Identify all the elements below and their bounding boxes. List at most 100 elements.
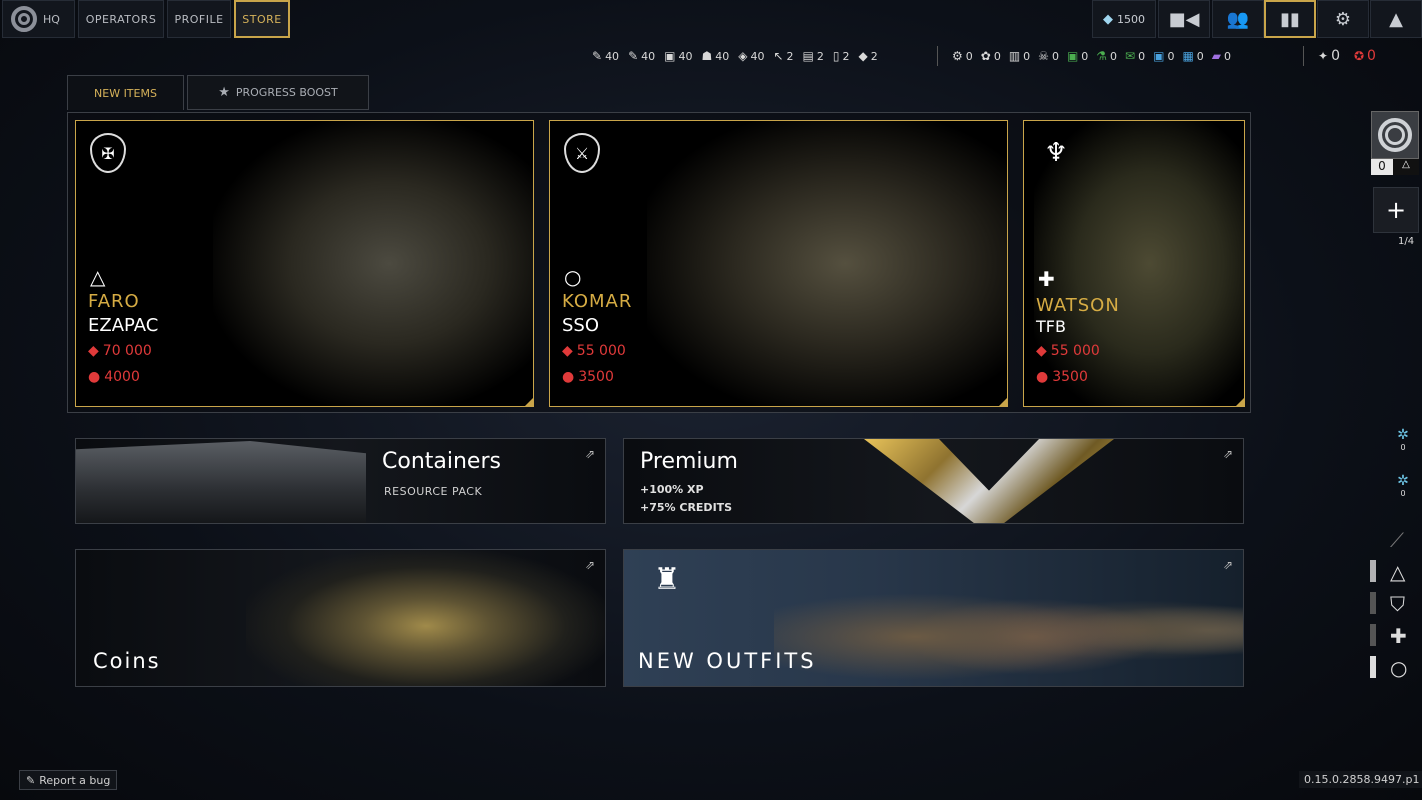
new-outfits-tile[interactable]: ♜ NEW OUTFITS ⇗	[623, 549, 1244, 687]
book-icon: ▮▮	[1280, 8, 1300, 30]
document-icon: ▯	[832, 49, 840, 63]
report-bug-label: Report a bug	[39, 773, 111, 787]
container-crates-image	[76, 441, 366, 523]
external-link-icon: ⇗	[1222, 447, 1233, 461]
operator-card-faro[interactable]: ✠ △ FARO EZAPAC ◆ 70 000 ● 4000	[75, 120, 534, 407]
class-filter-all[interactable]: ⟋	[1390, 528, 1404, 552]
codex-button[interactable]: ▮▮	[1264, 0, 1316, 38]
player-avatar-icon	[1378, 118, 1412, 152]
ezapac-emblem-icon: ✠	[90, 133, 126, 173]
knife-icon: ✎	[592, 49, 603, 63]
boost-two[interactable]: ✲ 0	[1393, 473, 1413, 498]
boost-gear-icon: ✲	[1397, 473, 1409, 489]
medic-role-icon: ✚	[1038, 267, 1055, 291]
resource-box: ▣ 40	[664, 49, 693, 63]
purple-card-icon: ▰	[1211, 49, 1222, 63]
resource-tag: ◈ 40	[738, 49, 765, 63]
resource-counters-left: ✎ 40 ✎ 40 ▣ 40 ☗ 40 ◈ 40 ↖ 2 ▤ 2 ▯ 2 ◆ 2	[592, 46, 878, 66]
boost-one[interactable]: ✲ 0	[1393, 427, 1413, 452]
credits-display[interactable]: ◆ 1500	[1092, 0, 1156, 38]
bell-icon: ▲	[1389, 8, 1403, 30]
nav-store[interactable]: STORE	[234, 0, 290, 38]
resource-white-star: ✦ 0	[1318, 48, 1340, 64]
settings-button[interactable]: ⚙	[1317, 0, 1369, 38]
resource-flask: ⚗ 0	[1096, 49, 1118, 63]
resource-red-star: ✪ 0	[1353, 48, 1376, 64]
class-filter-engineer[interactable]: ⛉	[1390, 592, 1405, 616]
crown-icon: ●	[562, 369, 575, 385]
friends-icon: 👥	[1226, 8, 1250, 30]
squad-slots-count: 1/4	[1398, 236, 1415, 247]
resource-green-box: ▣ 0	[1066, 49, 1089, 63]
operator-name: FARO	[88, 291, 140, 312]
resource-counters-right: ✦ 0 ✪ 0	[1318, 46, 1376, 66]
premium-title: Premium	[640, 449, 738, 474]
coins-title: Coins	[93, 649, 161, 673]
credits-icon: ◆	[88, 343, 99, 359]
hq-label: HQ	[43, 12, 60, 26]
squad-level-value: 0	[1371, 159, 1393, 175]
resource-mail: ✉ 0	[1125, 49, 1146, 63]
triangle-icon: △	[1390, 560, 1406, 584]
report-bug-button[interactable]: ✎ Report a bug	[19, 770, 118, 790]
squad-leader-slot[interactable]	[1371, 111, 1419, 159]
skull-icon: ☠	[1038, 49, 1049, 63]
price-crowns: ● 4000	[88, 369, 140, 385]
premium-credits: +75% CREDITS	[640, 501, 733, 514]
assault-role-icon: △	[90, 265, 106, 289]
add-squad-member-button[interactable]: +	[1373, 187, 1419, 233]
sso-emblem-icon: ⚔	[564, 133, 600, 173]
coins-tile[interactable]: Coins ⇗	[75, 549, 606, 687]
game-logo-icon	[11, 6, 37, 32]
edit-icon: ✎	[26, 773, 36, 787]
coins-image	[246, 550, 605, 686]
circle-icon: ○	[1390, 656, 1408, 680]
blade-icon: ✎	[628, 49, 639, 63]
tab-progress-boost[interactable]: ★ PROGRESS BOOST	[187, 75, 369, 110]
class-filter-assault[interactable]: △	[1390, 560, 1405, 584]
containers-title: Containers	[382, 449, 501, 474]
assault-small-icon: △	[1393, 159, 1419, 175]
external-link-icon: ⇗	[1222, 558, 1233, 572]
operator-card-komar[interactable]: ⚔ ○ KOMAR SSO ◆ 55 000 ● 3500	[549, 120, 1008, 407]
bag-icon: ☗	[701, 49, 713, 63]
resource-purple: ▰ 0	[1211, 49, 1232, 63]
class-filter-sniper[interactable]: ○	[1390, 656, 1407, 680]
video-button[interactable]: ■◀	[1158, 0, 1210, 38]
nav-profile[interactable]: PROFILE	[167, 0, 231, 38]
new-items-panel: ✠ △ FARO EZAPAC ◆ 70 000 ● 4000 ⚔ ○ KOMAR …	[67, 112, 1251, 413]
operator-portrait	[647, 121, 1007, 406]
containers-tile[interactable]: Containers RESOURCE PACK ⇗	[75, 438, 606, 524]
resource-cell: ▥ 0	[1008, 49, 1031, 63]
operator-card-watson[interactable]: ♆ ✚ WATSON TFB ◆ 55 000 ● 3500	[1023, 120, 1245, 407]
tab-progress-boost-label: PROGRESS BOOST	[235, 86, 338, 99]
operator-portrait	[213, 121, 533, 406]
resource-crate: ▤ 2	[802, 49, 824, 63]
notifications-button[interactable]: ▲	[1370, 0, 1422, 38]
build-version: 0.15.0.2858.9497.p1	[1299, 771, 1422, 788]
class-filter-medic[interactable]: ✚	[1390, 624, 1407, 648]
crate-icon: ▤	[802, 49, 814, 63]
operator-name: KOMAR	[562, 291, 633, 312]
friends-button[interactable]: 👥	[1212, 0, 1264, 38]
white-star-icon: ✦	[1318, 49, 1329, 63]
resource-counters-mid: ⚙ 0 ✿ 0 ▥ 0 ☠ 0 ▣ 0 ⚗ 0 ✉ 0 ▣ 0 ▦ 0 ▰ 0	[952, 46, 1231, 66]
premium-tile[interactable]: Premium +100% XP +75% CREDITS ⇗	[623, 438, 1244, 524]
resource-blue-chip: ▣ 0	[1153, 49, 1175, 63]
operator-unit: EZAPAC	[88, 315, 159, 336]
premium-chevron-image	[864, 439, 1114, 523]
green-box-icon: ▣	[1066, 49, 1079, 63]
cross-icon: ✚	[1390, 624, 1407, 648]
boost-one-count: 0	[1400, 443, 1406, 452]
nav-operators[interactable]: OPERATORS	[78, 0, 164, 38]
gear-icon: ⚙	[1334, 8, 1352, 30]
resource-arrow: ↖ 2	[773, 49, 794, 63]
resource-gear: ⚙ 0	[952, 49, 973, 63]
tab-new-items[interactable]: NEW ITEMS	[67, 75, 184, 110]
resource-doc: ▯ 2	[832, 49, 850, 63]
boost-two-count: 0	[1400, 489, 1406, 498]
class-level-bars	[1370, 560, 1376, 680]
outfits-squad-image	[774, 560, 1243, 686]
hq-button[interactable]: HQ	[2, 0, 75, 38]
flask-icon: ⚗	[1096, 49, 1108, 63]
